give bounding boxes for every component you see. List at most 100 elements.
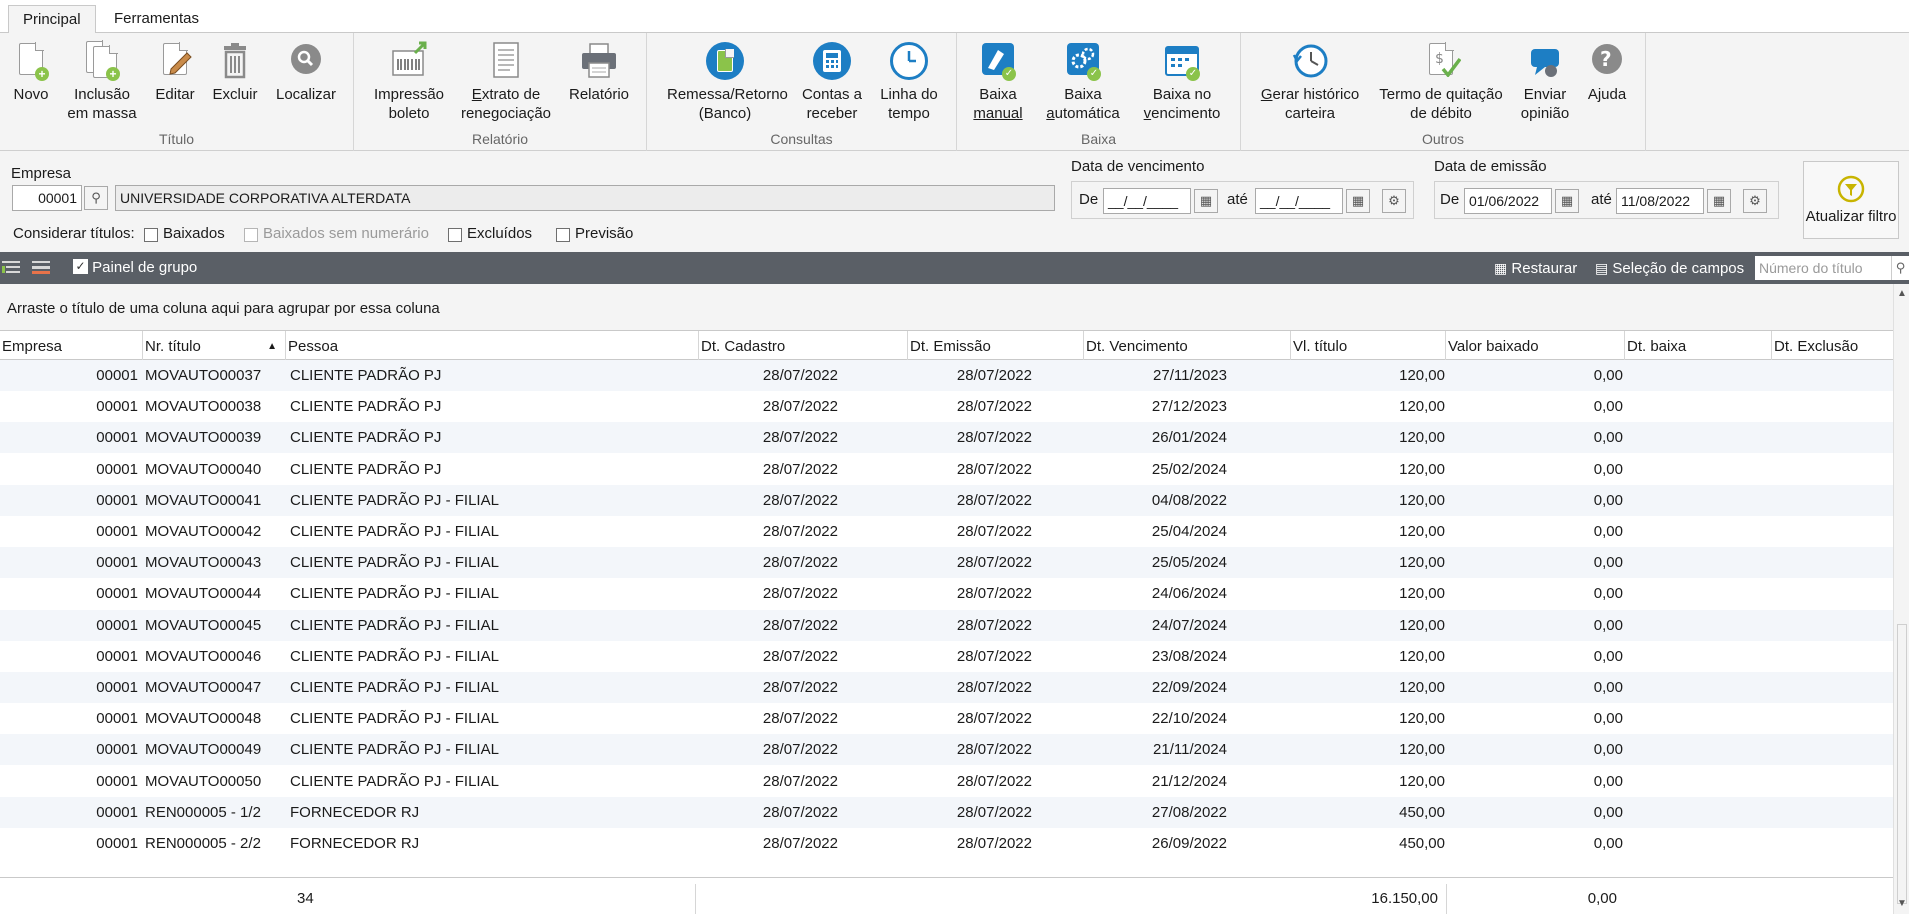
emis-ate-input[interactable]: 11/08/2022 — [1616, 188, 1704, 214]
remessa-retorno-button[interactable]: Remessa/Retorno (Banco) — [667, 41, 788, 123]
cell-nr-titulo: MOVAUTO00041 — [145, 491, 262, 509]
cell-vl-titulo: 120,00 — [1399, 460, 1445, 478]
vertical-scrollbar[interactable]: ▲ ▼ — [1893, 284, 1909, 914]
cell-dt-emissao: 28/07/2022 — [956, 772, 1032, 790]
emis-de-label: De — [1440, 191, 1460, 208]
remessa-label-1: Remessa/Retorno — [667, 86, 788, 103]
table-row[interactable]: 00001 REN000005 - 2/2 FORNECEDOR RJ 28/07/2… — [0, 828, 1893, 859]
col-header-nr-titulo[interactable]: Nr. título ▲ — [143, 331, 286, 360]
search-button[interactable]: ⚲ — [1891, 256, 1909, 280]
cell-pessoa: CLIENTE PADRÃO PJ - FILIAL — [290, 710, 499, 728]
remessa-label-2: (Banco) — [698, 105, 752, 122]
emis-ate-calendar-button[interactable]: ▦ — [1707, 189, 1731, 213]
baixados-checkbox[interactable] — [144, 228, 158, 242]
table-row[interactable]: 00001 REN000005 - 1/2 FORNECEDOR RJ 28/07/2… — [0, 796, 1893, 828]
excluidos-checkbox[interactable] — [448, 228, 462, 242]
venc-de-calendar-button[interactable]: ▦ — [1194, 189, 1218, 213]
ribbon-group-titulo: + Novo + Inclusão em massa Editar Exclui… — [0, 33, 354, 151]
baixa-automatica-button[interactable]: ✓ Baixa automática — [1043, 41, 1123, 123]
selecao-campos-button[interactable]: ▤ Seleção de campos — [1595, 252, 1744, 285]
col-header-dt-cadastro[interactable]: Dt. Cadastro — [699, 331, 908, 360]
table-row[interactable]: 00001 MOVAUTO00039 CLIENTE PADRÃO PJ 28/07/… — [0, 422, 1893, 454]
empresa-code-input[interactable]: 00001 — [12, 185, 82, 211]
table-row[interactable]: 00001 MOVAUTO00038 CLIENTE PADRÃO PJ 28/07/… — [0, 391, 1893, 422]
painel-grupo-checkbox[interactable]: ✓ Painel de grupo — [73, 252, 197, 284]
col-header-empresa[interactable]: Empresa — [0, 331, 143, 360]
table-row[interactable]: 00001 MOVAUTO00041 CLIENTE PADRÃO PJ - FIL… — [0, 484, 1893, 516]
excluir-button[interactable]: Excluir — [210, 41, 260, 104]
col-header-valor-baixado[interactable]: Valor baixado — [1446, 331, 1625, 360]
atualizar-filtro-button[interactable]: Atualizar filtro — [1803, 161, 1899, 239]
table-row[interactable]: 00001 MOVAUTO00047 CLIENTE PADRÃO PJ - FIL… — [0, 672, 1893, 703]
cell-pessoa: CLIENTE PADRÃO PJ — [290, 367, 442, 384]
table-row[interactable]: 00001 MOVAUTO00044 CLIENTE PADRÃO PJ - FIL… — [0, 578, 1893, 609]
ajuda-label: Ajuda — [1587, 86, 1627, 103]
venc-settings-button[interactable]: ⚙ — [1382, 189, 1406, 213]
baixa-manual-label-1: Baixa — [979, 86, 1017, 103]
venc-ate-input[interactable]: __/__/____ — [1255, 188, 1343, 214]
cell-valor-baixado: 0,00 — [1593, 367, 1623, 384]
emis-settings-button[interactable]: ⚙ — [1743, 189, 1767, 213]
table-row[interactable]: 00001 MOVAUTO00042 CLIENTE PADRÃO PJ - FIL… — [0, 516, 1893, 547]
collapse-all-icon[interactable] — [32, 252, 50, 288]
baixa-vencimento-button[interactable]: ✓ Baixa no vencimento — [1137, 41, 1227, 123]
vencimento-range: De __/__/____ ▦ até __/__/____ ▦ ⚙ — [1071, 181, 1414, 219]
ajuda-button[interactable]: ? Ajuda — [1583, 41, 1631, 104]
calendar-icon: ▦ — [1560, 193, 1574, 208]
cell-dt-cadastro: 28/07/2022 — [762, 679, 838, 696]
table-row[interactable]: 00001 MOVAUTO00037 CLIENTE PADRÃO PJ 28/07/… — [0, 360, 1893, 391]
gerar-historico-button[interactable]: Gerar histórico carteira — [1257, 41, 1363, 123]
col-header-dt-exclusao[interactable]: Dt. Exclusão — [1772, 331, 1893, 360]
cell-valor-baixado: 0,00 — [1593, 741, 1623, 759]
venc-ate-label: até — [1227, 191, 1248, 208]
scroll-down-icon[interactable]: ▼ — [1897, 898, 1907, 909]
linha-do-tempo-button[interactable]: Linha do tempo — [876, 41, 942, 123]
numero-titulo-search-input[interactable]: Número do título — [1755, 256, 1891, 280]
col-header-dt-baixa[interactable]: Dt. baixa — [1625, 331, 1772, 360]
expand-all-icon[interactable] — [2, 252, 20, 288]
table-row[interactable]: 00001 MOVAUTO00045 CLIENTE PADRÃO PJ - FIL… — [0, 609, 1893, 641]
emis-de-input[interactable]: 01/06/2022 — [1464, 188, 1552, 214]
empresa-search-button[interactable]: ⚲ — [84, 186, 108, 210]
termo-quitacao-button[interactable]: $ Termo de quitação de débito — [1375, 41, 1507, 123]
impressao-boleto-button[interactable]: Impressão boleto — [372, 41, 446, 123]
col-header-dt-vencimento[interactable]: Dt. Vencimento — [1084, 331, 1291, 360]
table-row[interactable]: 00001 MOVAUTO00049 CLIENTE PADRÃO PJ - FIL… — [0, 734, 1893, 766]
grid-footer: 34 16.150,00 0,00 — [0, 877, 1893, 914]
novo-button[interactable]: + Novo — [10, 41, 52, 104]
table-row[interactable]: 00001 MOVAUTO00040 CLIENTE PADRÃO PJ 28/07/… — [0, 454, 1893, 485]
cell-pessoa: FORNECEDOR RJ — [290, 835, 420, 852]
search-icon: ⚲ — [91, 190, 101, 205]
table-row[interactable]: 00001 MOVAUTO00050 CLIENTE PADRÃO PJ - FIL… — [0, 766, 1893, 797]
venc-ate-calendar-button[interactable]: ▦ — [1346, 189, 1370, 213]
tab-ferramentas[interactable]: Ferramentas — [100, 5, 213, 34]
document-dollar-check-icon: $ — [1421, 41, 1461, 81]
relatorio-button[interactable]: Relatório — [566, 41, 632, 104]
contas-receber-button[interactable]: Contas a receber — [799, 41, 865, 123]
cell-vl-titulo: 120,00 — [1399, 679, 1445, 696]
emis-de-calendar-button[interactable]: ▦ — [1555, 189, 1579, 213]
scroll-up-icon[interactable]: ▲ — [1897, 288, 1907, 299]
table-row[interactable]: 00001 MOVAUTO00043 CLIENTE PADRÃO PJ - FIL… — [0, 547, 1893, 579]
cell-vl-titulo: 120,00 — [1399, 367, 1445, 384]
col-header-pessoa[interactable]: Pessoa — [286, 331, 699, 360]
table-row[interactable]: 00001 MOVAUTO00048 CLIENTE PADRÃO PJ - FIL… — [0, 703, 1893, 734]
enviar-opiniao-button[interactable]: Enviar opinião — [1517, 41, 1573, 123]
group-panel[interactable]: Arraste o título de uma coluna aqui para… — [0, 284, 1893, 330]
restaurar-button[interactable]: ▦ Restaurar — [1494, 252, 1577, 285]
table-row[interactable]: 00001 MOVAUTO00046 CLIENTE PADRÃO PJ - FIL… — [0, 641, 1893, 672]
tab-principal[interactable]: Principal — [8, 5, 96, 34]
col-header-dt-emissao[interactable]: Dt. Emissão — [908, 331, 1084, 360]
editar-button[interactable]: Editar — [152, 41, 198, 104]
cell-pessoa: CLIENTE PADRÃO PJ - FILIAL — [290, 679, 499, 696]
inclusao-em-massa-button[interactable]: + Inclusão em massa — [66, 40, 138, 123]
baixa-manual-button[interactable]: ✓ Baixa manual — [973, 41, 1023, 123]
extrato-renegociacao-button[interactable]: Extrato de renegociação — [458, 41, 554, 123]
localizar-button[interactable]: Localizar — [274, 41, 338, 104]
empresa-label: Empresa — [11, 165, 72, 182]
scrollbar-thumb[interactable] — [1897, 624, 1907, 904]
col-header-vl-titulo[interactable]: Vl. título — [1291, 331, 1446, 360]
previsao-checkbox[interactable] — [556, 228, 570, 242]
extrato-label-2: renegociação — [460, 105, 552, 122]
venc-de-input[interactable]: __/__/____ — [1103, 188, 1191, 214]
